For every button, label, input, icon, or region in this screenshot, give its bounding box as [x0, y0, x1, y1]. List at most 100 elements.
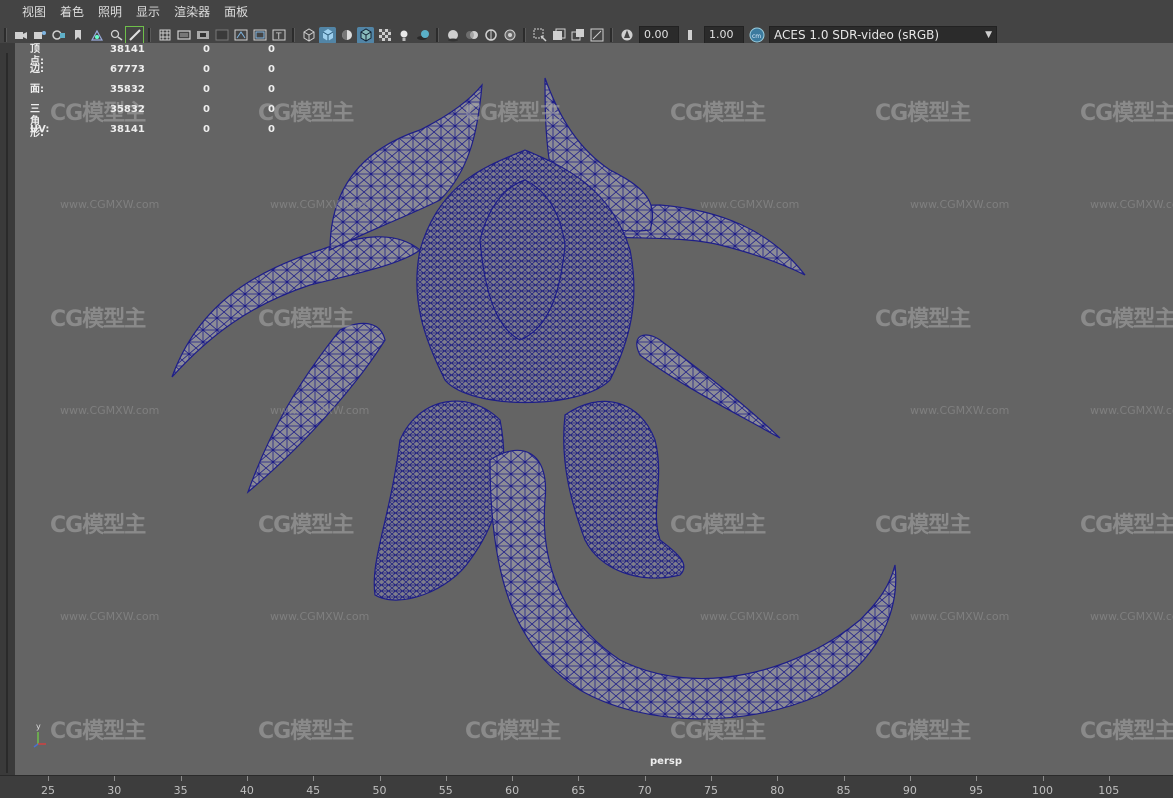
watermark-url: www.CGMXW.com	[270, 610, 370, 623]
hud-label: 面:	[30, 84, 44, 95]
hud-value: 0	[268, 64, 275, 75]
timeline-tick-label: 45	[306, 784, 321, 797]
safe-title-icon[interactable]: T	[270, 27, 287, 44]
timeline-tick	[777, 776, 779, 781]
watermark-logo: CG模型主	[465, 719, 561, 744]
viewport-persp[interactable]: CG模型主 CG模型主 CG模型主 CG模型主 CG模型主 CG模型主 www.…	[15, 43, 1173, 775]
timeline-tick-label: 80	[770, 784, 785, 797]
camera-name-label: persp	[650, 756, 682, 767]
timeline-tick	[180, 776, 182, 781]
timeline-tick-label: 50	[372, 784, 387, 797]
menu-show[interactable]: 显示	[129, 0, 167, 24]
dropdown-arrow-icon: ▼	[985, 30, 992, 40]
hud-value: 35832	[110, 104, 145, 115]
exposure-field[interactable]: 0.00	[639, 26, 679, 44]
hud-icon[interactable]	[550, 27, 567, 44]
watermark-logo: CG模型主	[670, 513, 766, 538]
shadows-icon[interactable]	[414, 27, 431, 44]
watermark-logo: CG模型主	[875, 513, 971, 538]
safe-action-icon[interactable]	[251, 27, 268, 44]
xray-joints-icon[interactable]	[569, 27, 586, 44]
motion-blur-icon[interactable]	[463, 27, 480, 44]
watermark-url: www.CGMXW.com	[1090, 198, 1173, 211]
gamma-icon[interactable]	[683, 27, 700, 44]
watermark-logo: CG模型主	[50, 307, 146, 332]
hud-value: 0	[203, 104, 210, 115]
watermark-logo: CG模型主	[1080, 101, 1173, 126]
watermark-url: www.CGMXW.com	[60, 198, 160, 211]
color-management-icon[interactable]: cm	[748, 27, 765, 44]
camera-attributes-icon[interactable]	[31, 27, 48, 44]
watermark-logo: CG模型主	[670, 101, 766, 126]
xray-icon[interactable]	[376, 27, 393, 44]
menu-panels[interactable]: 面板	[217, 0, 255, 24]
watermark-url: www.CGMXW.com	[700, 198, 800, 211]
menu-renderer[interactable]: 渲染器	[167, 0, 217, 24]
wireframe-icon[interactable]	[300, 27, 317, 44]
view-transform-dropdown[interactable]: ACES 1.0 SDR-video (sRGB) ▼	[769, 26, 997, 44]
gate-mask-icon[interactable]	[213, 27, 230, 44]
hud-value: 38141	[110, 44, 145, 55]
hud-value: 0	[268, 124, 275, 135]
bookmark-icon[interactable]	[69, 27, 86, 44]
menu-view[interactable]: 视图	[0, 0, 53, 24]
timeline-tick	[445, 776, 447, 781]
timeline-tick	[909, 776, 911, 781]
image-plane-icon[interactable]	[88, 27, 105, 44]
timeline-tick-label: 35	[173, 784, 188, 797]
menu-bar: 视图 着色 照明 显示 渲染器 面板	[0, 0, 1173, 24]
timeline-tick-label: 55	[438, 784, 453, 797]
hud-value: 0	[203, 64, 210, 75]
toolbar-grip	[4, 28, 7, 42]
watermark-url: www.CGMXW.com	[910, 198, 1010, 211]
field-chart-icon[interactable]	[232, 27, 249, 44]
timeline-tick	[1042, 776, 1044, 781]
toolbar-separator	[610, 28, 613, 42]
menu-lighting[interactable]: 照明	[91, 0, 129, 24]
watermark-logo: CG模型主	[50, 513, 146, 538]
hud-value: 0	[203, 44, 210, 55]
default-material-icon[interactable]	[338, 27, 355, 44]
depth-of-field-icon[interactable]	[501, 27, 518, 44]
watermark-url: www.CGMXW.com	[60, 610, 160, 623]
timeline-tick-label: 95	[969, 784, 984, 797]
watermark-logo: CG模型主	[875, 719, 971, 744]
exposure-icon[interactable]	[618, 27, 635, 44]
timeline-tick	[578, 776, 580, 781]
select-camera-icon[interactable]	[12, 27, 29, 44]
timeline-tick	[48, 776, 49, 781]
smooth-shade-icon[interactable]	[319, 26, 336, 44]
toolbar-separator	[436, 28, 439, 42]
wireframe-on-shaded-icon[interactable]	[357, 26, 374, 44]
hud-label: UV:	[30, 124, 50, 135]
2d-pan-zoom-icon[interactable]	[107, 27, 124, 44]
grease-pencil-icon[interactable]	[125, 25, 144, 45]
anti-aliasing-icon[interactable]	[482, 27, 499, 44]
hud-value: 0	[203, 84, 210, 95]
toolbar-separator	[523, 28, 526, 42]
bookmarks-icon[interactable]	[50, 27, 67, 44]
lights-icon[interactable]	[395, 27, 412, 44]
time-slider[interactable]: 25 30 35 40 45 50 55 60 65 70 75 80 85 90 95 100 105	[0, 775, 1173, 798]
toolbar-separator	[148, 28, 151, 42]
timeline-tick-label: 65	[571, 784, 586, 797]
watermark-logo: CG模型主	[465, 101, 561, 126]
isolate-select-icon[interactable]	[531, 27, 548, 44]
watermark-url: www.CGMXW.com	[700, 610, 800, 623]
timeline-tick	[313, 776, 315, 781]
timeline-tick-label: 90	[902, 784, 917, 797]
grid-icon[interactable]	[156, 27, 173, 44]
watermark-url: www.CGMXW.com	[270, 198, 370, 211]
film-gate-icon[interactable]	[175, 27, 192, 44]
timeline-tick-label: 40	[239, 784, 254, 797]
gamma-field[interactable]: 1.00	[704, 26, 744, 44]
resolution-gate-icon[interactable]	[194, 27, 211, 44]
screen-space-ao-icon[interactable]	[444, 27, 461, 44]
axis-y-label: y	[36, 722, 41, 731]
hud-value: 35832	[110, 84, 145, 95]
menu-shading[interactable]: 着色	[53, 0, 91, 24]
xray-active-components-icon[interactable]	[588, 27, 605, 44]
watermark-logo: CG模型主	[258, 307, 354, 332]
toolbar-separator	[292, 28, 295, 42]
watermark-logo: CG模型主	[258, 719, 354, 744]
